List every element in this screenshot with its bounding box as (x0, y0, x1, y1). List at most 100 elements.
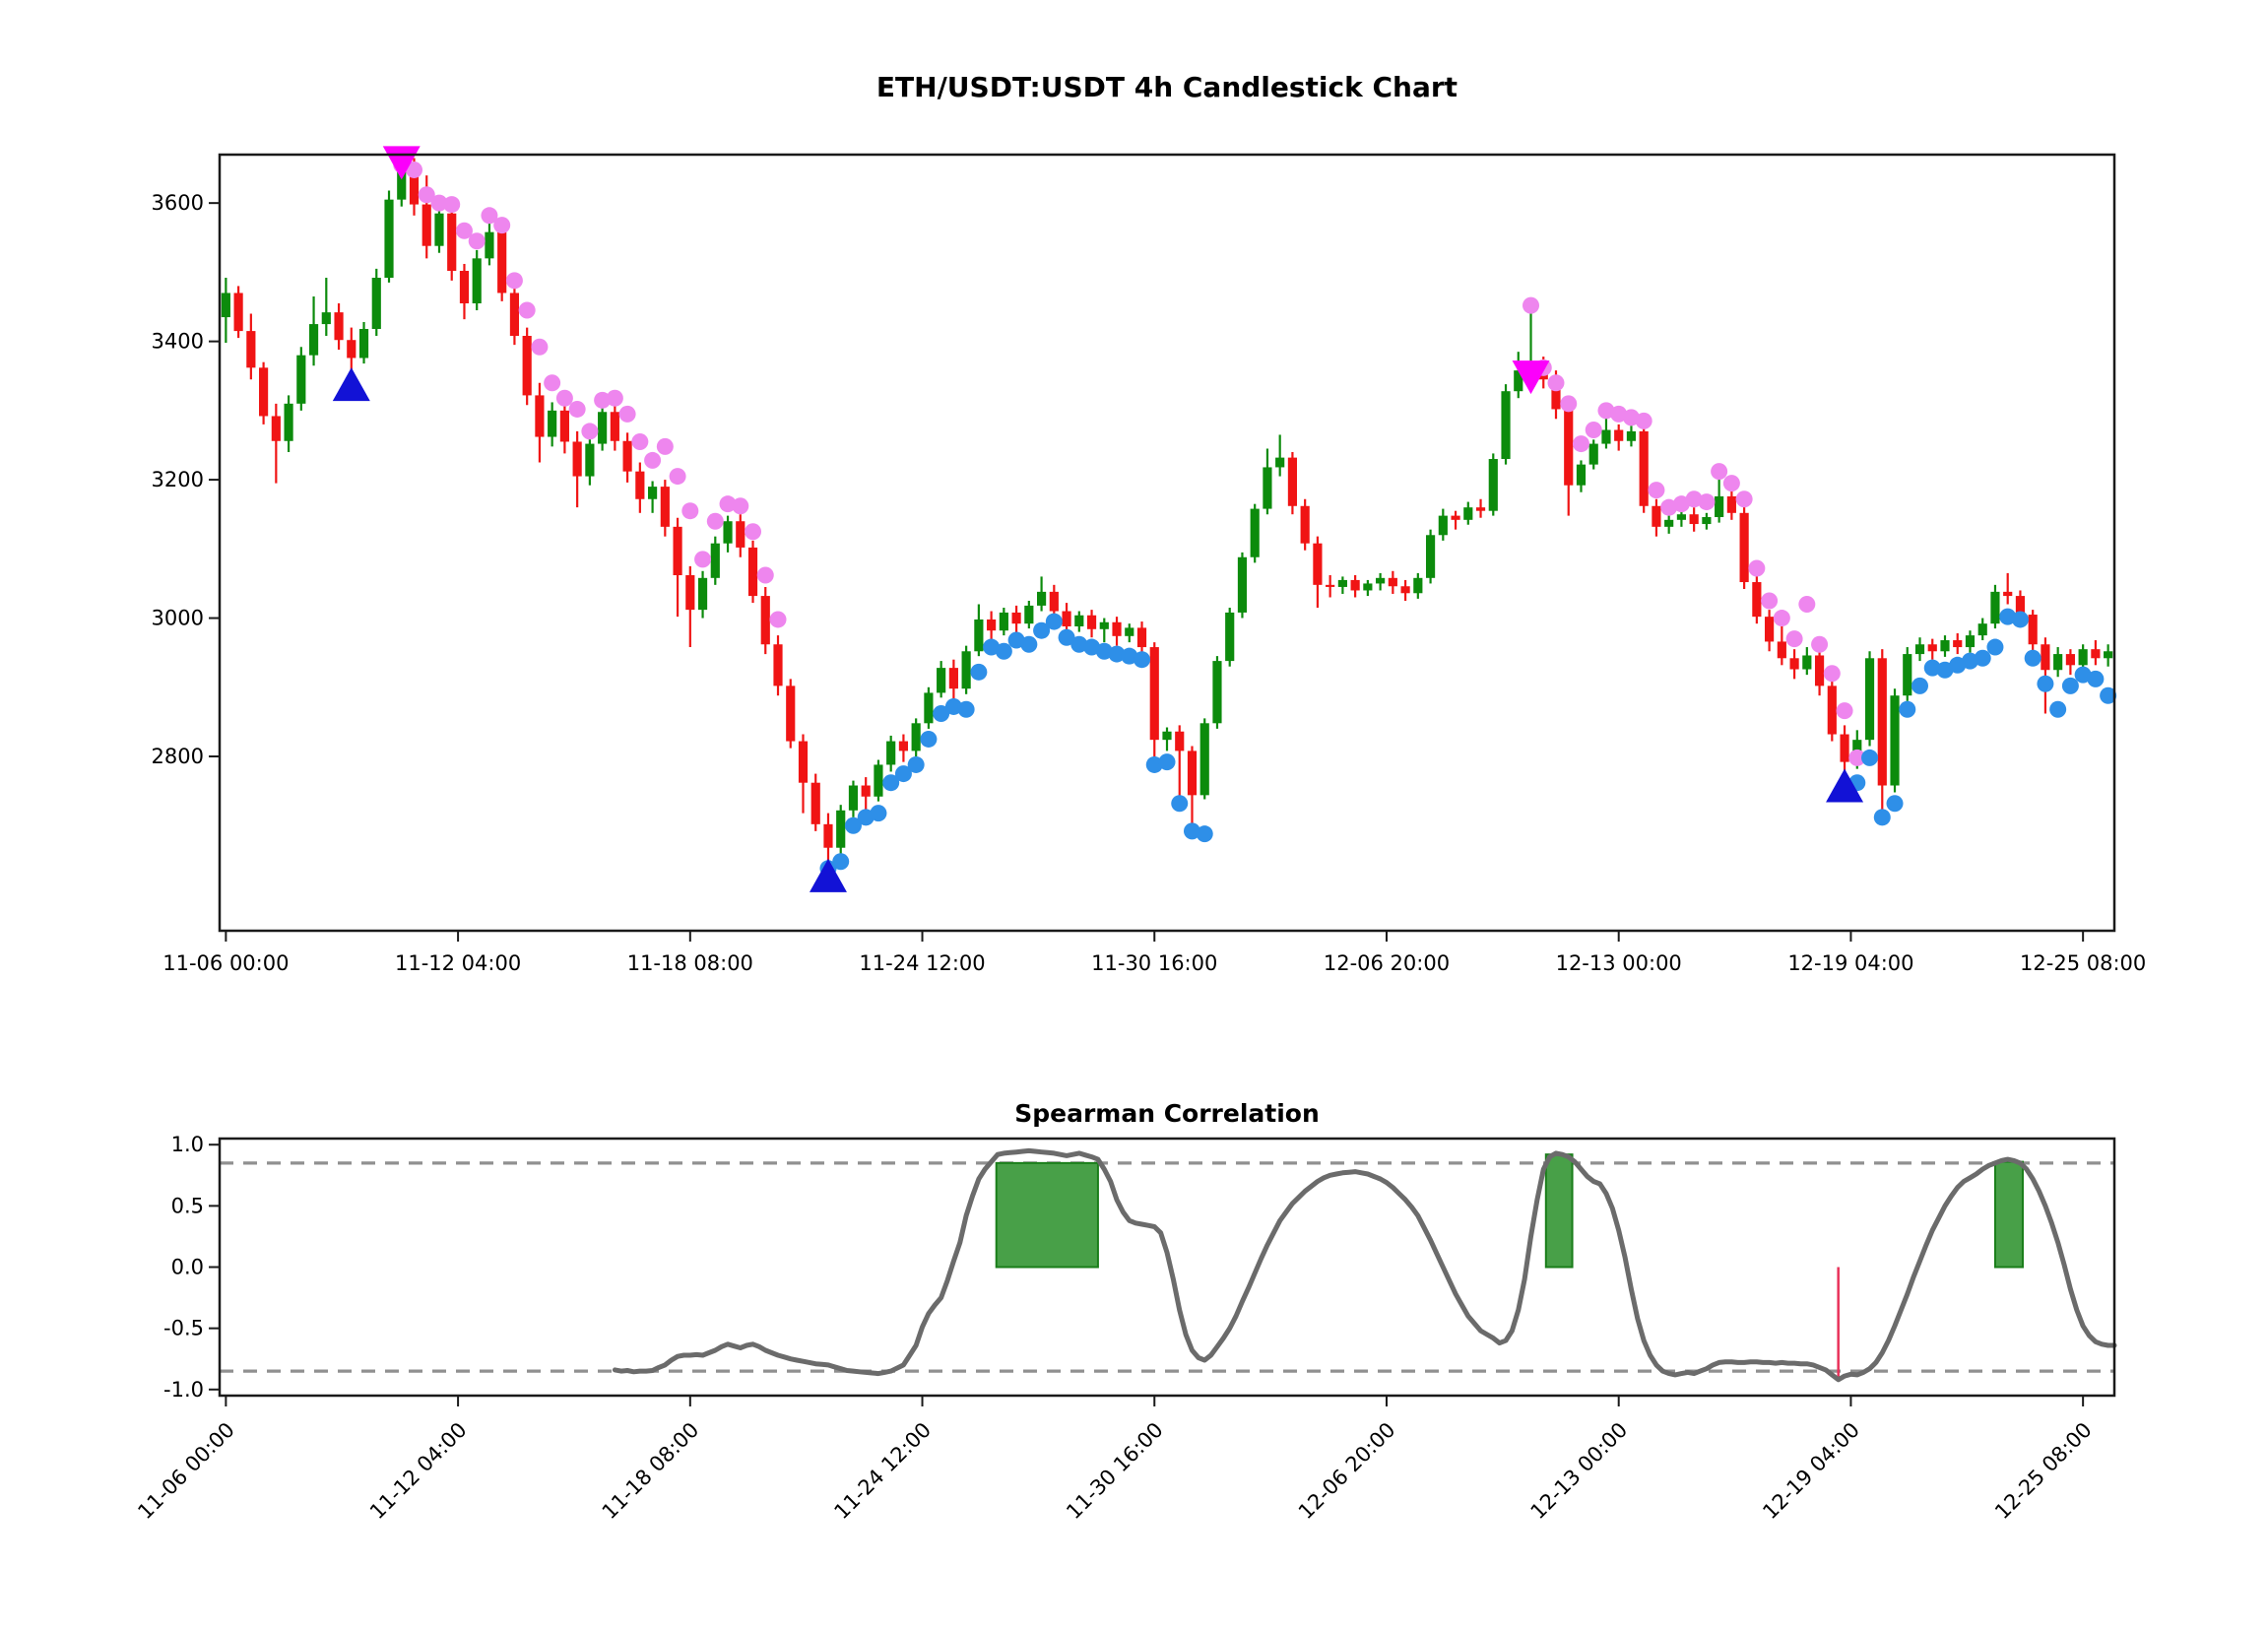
bullish-candle-body (359, 329, 368, 358)
buy-dot (996, 643, 1012, 660)
buy-dot (2037, 676, 2053, 692)
figure: ETH/USDT:USDT 4h Candlestick Chart Spear… (0, 0, 2268, 1632)
bullish-candle-body (1100, 622, 1109, 629)
bearish-candle-body (422, 205, 431, 246)
bearish-candle-body (987, 620, 996, 630)
bearish-candle-body (748, 548, 757, 596)
sell-dot (644, 452, 661, 469)
sell-dot (732, 497, 748, 514)
sell-dot (657, 438, 674, 455)
bullish-candle-body (1865, 658, 1874, 740)
buy-dot (2012, 611, 2029, 627)
buy-dot (870, 805, 886, 821)
sell-dot (1798, 596, 1815, 613)
bearish-candle-body (1953, 640, 1962, 647)
bullish-candle-body (1890, 695, 1899, 785)
sell-dot (681, 502, 698, 519)
bearish-candle-body (1137, 627, 1146, 647)
time-axis-tick-label: 11-06 00:00 (162, 951, 289, 975)
correlation-axis-tick-label: -1.0 (163, 1378, 204, 1402)
sell-dot (1748, 559, 1765, 576)
bearish-candle-body (1175, 732, 1184, 751)
bearish-candle-body (1789, 658, 1798, 669)
bullish-candle-body (1489, 459, 1498, 511)
bearish-candle-body (246, 331, 255, 367)
buy-dot (1134, 651, 1150, 668)
sell-dot (770, 611, 787, 627)
signal-markers-group (333, 146, 1863, 891)
buy-dot (1874, 809, 1891, 825)
bearish-candle-body (1150, 647, 1159, 740)
bearish-candle-body (786, 685, 795, 741)
bearish-candle-body (523, 336, 532, 395)
sell-dot (757, 567, 774, 584)
sell-dot (493, 217, 510, 233)
correlation-axis-tick-label: -0.5 (163, 1317, 204, 1340)
bullish-candle-body (1915, 644, 1924, 654)
bullish-candle-body (1702, 517, 1711, 524)
bearish-candle-body (1652, 506, 1660, 527)
time-axis-tick-label: 11-24 12:00 (859, 951, 985, 975)
bullish-candle-body (1212, 661, 1221, 723)
bearish-candle-body (1815, 655, 1824, 685)
buy-dot (2087, 671, 2104, 687)
correlation-line (615, 1150, 2114, 1379)
bullish-candle-body (1200, 723, 1209, 795)
sell-dot (1636, 413, 1652, 429)
sell-dot (670, 468, 686, 485)
bearish-candle-body (1928, 644, 1937, 651)
bullish-candle-body (1162, 732, 1171, 740)
bearish-candle-body (272, 416, 281, 440)
sell-dot (1586, 422, 1602, 438)
bearish-candle-body (899, 742, 908, 751)
bearish-candle-body (1351, 580, 1360, 591)
bearish-candle-body (1476, 507, 1485, 511)
bullish-candle-body (1363, 583, 1372, 590)
bullish-candle-body (2104, 651, 2112, 658)
correlation-bar (1995, 1162, 2023, 1268)
sell-dot (1560, 395, 1577, 412)
buy-dot (1899, 701, 1915, 718)
bearish-candle-body (573, 441, 582, 476)
buy-dot (832, 853, 849, 870)
bearish-candle-body (1840, 735, 1848, 762)
bullish-candle-body (598, 412, 607, 443)
time-axis-tick-label: 12-06 20:00 (1324, 951, 1450, 975)
bullish-candle-body (322, 312, 331, 324)
buy-dot (1197, 825, 1213, 842)
figure-svg: 11-06 00:0011-12 04:0011-18 08:0011-24 1… (0, 0, 2268, 1632)
bullish-candle-body (698, 578, 707, 610)
bullish-candle-body (1802, 655, 1811, 669)
buy-dot (1887, 795, 1904, 812)
bearish-candle-body (635, 472, 644, 499)
time-axis-tick-label: 11-12 04:00 (395, 951, 521, 975)
bearish-candle-body (510, 293, 519, 336)
bullish-candle-body (1376, 578, 1385, 584)
bullish-candle-body (1715, 496, 1723, 517)
price-axis-tick-label: 3400 (152, 330, 204, 354)
time-axis-tick-label: 12-19 04:00 (1787, 951, 1913, 975)
bearish-candle-body (1288, 458, 1297, 506)
correlation-axis-tick-label: 0.5 (171, 1194, 204, 1217)
bullish-candle-body (372, 278, 381, 329)
bearish-candle-body (736, 521, 745, 548)
candlestick-chart: 11-06 00:0011-12 04:0011-18 08:0011-24 1… (162, 146, 2146, 975)
sell-dot (745, 523, 761, 540)
bearish-candle-body (1765, 617, 1774, 641)
bearish-candle-body (1640, 431, 1649, 506)
bullish-candle-body (836, 811, 845, 848)
buy-dot (1912, 678, 1928, 694)
sell-dot (469, 232, 486, 249)
bearish-candle-body (535, 395, 544, 436)
buy-dot (920, 731, 937, 748)
buy-dot (970, 664, 987, 681)
bullish-candle-body (1501, 391, 1510, 459)
bullish-candle-body (723, 521, 732, 543)
sell-dot (506, 272, 523, 289)
bearish-candle-body (2003, 592, 2012, 596)
bullish-candle-body (1225, 613, 1234, 661)
bullish-candle-body (1664, 520, 1673, 527)
bearish-candle-body (1690, 514, 1699, 524)
bullish-candle-body (1439, 516, 1448, 536)
bearish-candle-body (460, 271, 469, 303)
